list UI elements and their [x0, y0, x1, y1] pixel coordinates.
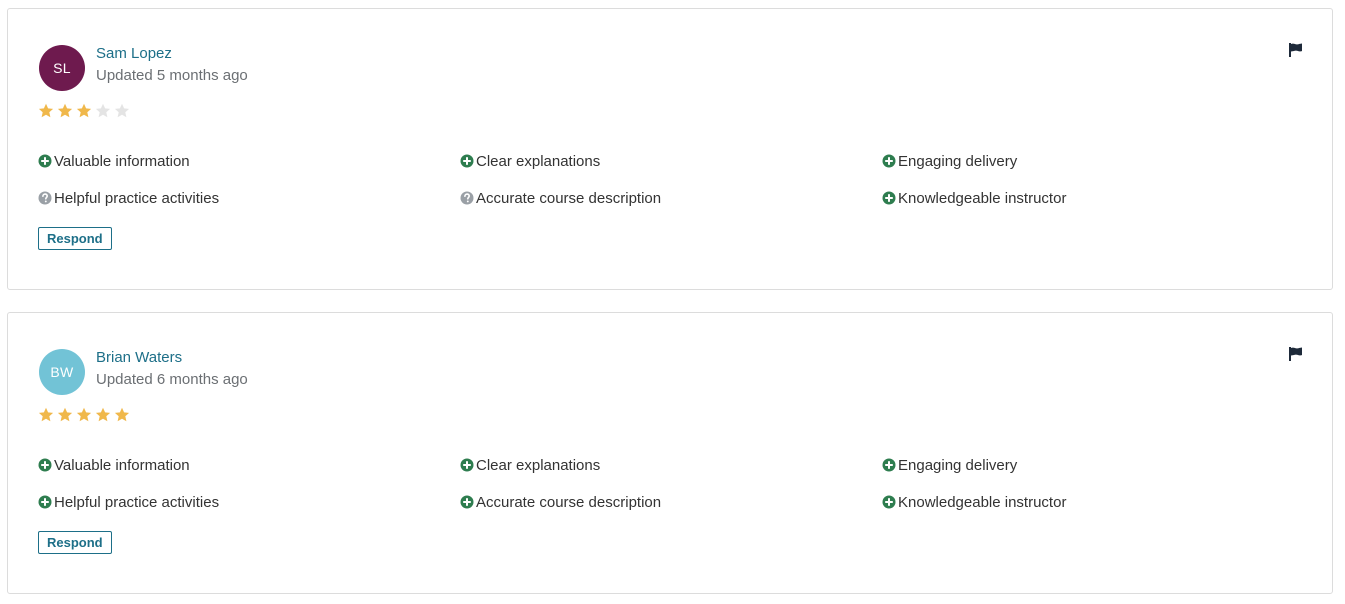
updated-timestamp: Updated 5 months ago	[96, 67, 248, 84]
attribute-label: Helpful practice activities	[54, 189, 220, 207]
star-rating	[38, 103, 130, 119]
plus-circle-icon	[882, 458, 896, 472]
star-empty-icon	[114, 103, 130, 118]
flag-icon[interactable]	[1288, 346, 1304, 362]
star-filled-icon	[76, 407, 92, 422]
plus-circle-icon	[38, 495, 52, 509]
attribute-label: Engaging delivery	[898, 456, 1018, 474]
respond-button[interactable]: Respond	[38, 531, 112, 554]
star-filled-icon	[76, 103, 92, 118]
review-attributes: Valuable information Clear explanations …	[38, 151, 1308, 231]
review-card: BW Brian Waters Updated 6 months ago Val…	[7, 312, 1333, 594]
star-empty-icon	[95, 103, 111, 118]
attribute-item: Clear explanations	[460, 151, 600, 171]
attribute-item: Knowledgeable instructor	[882, 188, 1066, 208]
reviewer-name-link[interactable]: Brian Waters	[96, 349, 182, 366]
star-filled-icon	[38, 103, 54, 118]
star-filled-icon	[95, 407, 111, 422]
attribute-label: Clear explanations	[476, 456, 601, 474]
star-filled-icon	[57, 407, 73, 422]
attribute-item: Engaging delivery	[882, 151, 1017, 171]
plus-circle-icon	[38, 458, 52, 472]
respond-button[interactable]: Respond	[38, 227, 112, 250]
attribute-label: Accurate course description	[476, 189, 662, 207]
avatar: SL	[39, 45, 85, 91]
review-attributes: Valuable information Clear explanations …	[38, 455, 1308, 535]
attribute-label: Valuable information	[54, 152, 190, 170]
attribute-item: Knowledgeable instructor	[882, 492, 1066, 512]
reviewer-name-link[interactable]: Sam Lopez	[96, 45, 172, 62]
star-filled-icon	[38, 407, 54, 422]
plus-circle-icon	[460, 495, 474, 509]
plus-circle-icon	[460, 154, 474, 168]
attribute-label: Accurate course description	[476, 493, 662, 511]
attribute-label: Helpful practice activities	[54, 493, 220, 511]
attribute-item: Helpful practice activities	[38, 492, 219, 512]
star-filled-icon	[114, 407, 130, 422]
attribute-item: Valuable information	[38, 455, 190, 475]
attribute-label: Knowledgeable instructor	[898, 493, 1067, 511]
attribute-item: Clear explanations	[460, 455, 600, 475]
avatar: BW	[39, 349, 85, 395]
attribute-item: Engaging delivery	[882, 455, 1017, 475]
plus-circle-icon	[882, 495, 896, 509]
plus-circle-icon	[882, 191, 896, 205]
attribute-label: Clear explanations	[476, 152, 601, 170]
plus-circle-icon	[38, 154, 52, 168]
star-rating	[38, 407, 130, 423]
attribute-label: Valuable information	[54, 456, 190, 474]
attribute-item: Accurate course description	[460, 188, 661, 208]
plus-circle-icon	[460, 458, 474, 472]
plus-circle-icon	[882, 154, 896, 168]
attribute-label: Engaging delivery	[898, 152, 1018, 170]
attribute-item: Accurate course description	[460, 492, 661, 512]
attribute-label: Knowledgeable instructor	[898, 189, 1067, 207]
updated-timestamp: Updated 6 months ago	[96, 371, 248, 388]
star-filled-icon	[57, 103, 73, 118]
attribute-item: Valuable information	[38, 151, 190, 171]
flag-icon[interactable]	[1288, 42, 1304, 58]
question-circle-icon	[460, 191, 474, 205]
attribute-item: Helpful practice activities	[38, 188, 219, 208]
question-circle-icon	[38, 191, 52, 205]
review-card: SL Sam Lopez Updated 5 months ago Valuab…	[7, 8, 1333, 290]
